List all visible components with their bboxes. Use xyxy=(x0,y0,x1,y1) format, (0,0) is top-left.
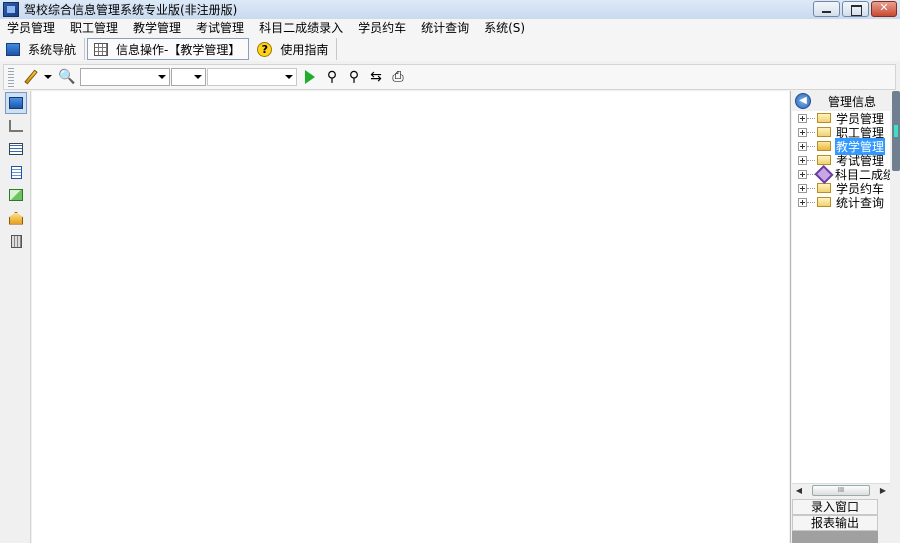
left-toolbar xyxy=(0,91,31,543)
entry-window-button[interactable]: 录入窗口 xyxy=(792,499,878,515)
edit-pencil-icon[interactable] xyxy=(22,68,40,86)
menu-statistics[interactable]: 统计查询 xyxy=(414,19,477,37)
tab-user-guide[interactable]: ? 使用指南 xyxy=(251,38,338,60)
filter-value-combo[interactable] xyxy=(207,68,297,86)
tab-system-nav-label: 系统导航 xyxy=(28,42,77,57)
filter-field-combo[interactable] xyxy=(80,68,170,86)
monitor-icon xyxy=(6,42,20,56)
search-person-icon[interactable]: ⚲ xyxy=(323,68,341,86)
menu-teaching[interactable]: 教学管理 xyxy=(126,19,189,37)
menu-subject2-score[interactable]: 科目二成绩录入 xyxy=(252,19,351,37)
refresh-icon[interactable]: ⇆ xyxy=(367,68,385,86)
list-icon xyxy=(9,143,23,155)
window-controls xyxy=(813,1,897,17)
panel-header: ◀ 管理信息 xyxy=(791,91,900,111)
panel-title: 管理信息 xyxy=(828,94,877,109)
menu-booking[interactable]: 学员约车 xyxy=(351,19,414,37)
tree-horizontal-scrollbar[interactable]: ◀ III ▶ xyxy=(792,483,890,497)
toolbar: 🔍 ⚲ ⚲ ⇆ ⎙ xyxy=(3,64,896,90)
expand-plus-icon[interactable] xyxy=(798,183,807,193)
expand-plus-icon[interactable] xyxy=(798,127,807,137)
filter-operator-combo[interactable] xyxy=(171,68,206,86)
close-button[interactable] xyxy=(871,1,897,17)
grid-icon xyxy=(94,42,109,56)
nav-trash-button[interactable] xyxy=(5,230,27,252)
preview-magnifier-icon[interactable]: 🔍 xyxy=(58,68,76,86)
folder-icon xyxy=(817,127,831,137)
nav-chart-button[interactable] xyxy=(5,184,27,206)
side-dock-handle[interactable] xyxy=(892,91,900,171)
folder-open-icon xyxy=(817,141,831,151)
management-tree: 学员管理 职工管理 教学管理 考试管理 科目二成绩录 学员约车 xyxy=(792,111,890,483)
home-icon xyxy=(9,211,23,225)
chart-icon xyxy=(9,189,23,201)
maximize-button[interactable] xyxy=(842,1,869,17)
tree-icon xyxy=(9,120,23,132)
menu-bar: 学员管理 职工管理 教学管理 考试管理 科目二成绩录入 学员约车 统计查询 系统… xyxy=(0,19,900,37)
expand-plus-icon[interactable] xyxy=(798,155,807,165)
minimize-button[interactable] xyxy=(813,1,840,17)
expand-plus-icon[interactable] xyxy=(798,113,807,123)
menu-system[interactable]: 系统(S) xyxy=(477,19,533,37)
tab-row: 系统导航 信息操作-【教学管理】 ? 使用指南 xyxy=(0,37,900,61)
tab-system-nav[interactable]: 系统导航 xyxy=(0,38,86,60)
expand-plus-icon[interactable] xyxy=(798,197,807,207)
nav-document-button[interactable] xyxy=(5,161,27,183)
folder-icon xyxy=(817,197,831,207)
scroll-left-icon[interactable]: ◀ xyxy=(792,486,806,495)
scroll-thumb[interactable]: III xyxy=(812,485,870,496)
management-info-panel: ◀ 管理信息 学员管理 职工管理 教学管理 考试管理 科目二成绩录 xyxy=(790,91,900,543)
menu-staff[interactable]: 职工管理 xyxy=(63,19,126,37)
tab-info-operation[interactable]: 信息操作-【教学管理】 xyxy=(87,38,250,60)
nav-home-button[interactable] xyxy=(5,207,27,229)
folder-icon xyxy=(817,183,831,193)
nav-list-button[interactable] xyxy=(5,138,27,160)
workspace-area[interactable] xyxy=(32,91,789,543)
nav-screen-button[interactable] xyxy=(5,92,27,114)
monitor-icon xyxy=(9,97,23,109)
tab-info-operation-label: 信息操作-【教学管理】 xyxy=(116,42,241,57)
report-output-button[interactable]: 报表输出 xyxy=(792,515,878,531)
title-bar: 驾校综合信息管理系统专业版(非注册版) xyxy=(0,0,900,19)
folder-icon xyxy=(817,113,831,123)
collapse-back-icon[interactable]: ◀ xyxy=(795,93,811,109)
panel-footer xyxy=(792,531,878,543)
tree-item-statistics[interactable]: 统计查询 xyxy=(792,195,890,210)
scroll-right-icon[interactable]: ▶ xyxy=(876,486,890,495)
help-icon: ? xyxy=(257,41,273,57)
edit-dropdown-arrow-icon[interactable] xyxy=(44,75,52,79)
run-query-icon[interactable] xyxy=(305,70,315,84)
window-title: 驾校综合信息管理系统专业版(非注册版) xyxy=(24,3,238,17)
tab-user-guide-label: 使用指南 xyxy=(280,42,329,57)
document-icon xyxy=(10,165,22,179)
app-icon xyxy=(3,2,19,17)
expand-plus-icon[interactable] xyxy=(798,141,807,151)
search-advanced-icon[interactable]: ⚲ xyxy=(345,68,363,86)
toolbar-grip[interactable] xyxy=(8,67,14,87)
nav-tree-button[interactable] xyxy=(5,115,27,137)
print-icon[interactable]: ⎙ xyxy=(389,68,407,86)
menu-student[interactable]: 学员管理 xyxy=(0,19,63,37)
menu-exam[interactable]: 考试管理 xyxy=(189,19,252,37)
folder-icon xyxy=(817,155,831,165)
expand-plus-icon[interactable] xyxy=(798,169,807,179)
trash-icon xyxy=(10,234,22,248)
